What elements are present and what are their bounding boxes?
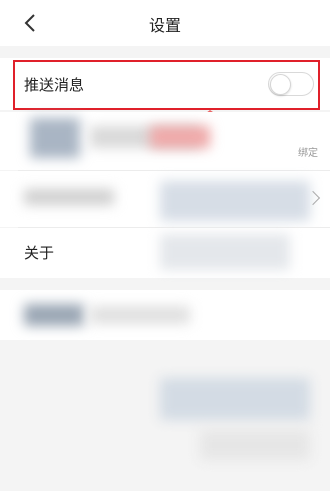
about-label: 关于 <box>24 244 55 262</box>
blurred-block <box>200 430 310 460</box>
page-title: 设置 <box>148 16 181 35</box>
blurred-value <box>160 181 310 221</box>
about-row[interactable]: 关于 <box>0 228 330 278</box>
blurred-label <box>24 189 114 205</box>
blurred-block <box>160 234 290 270</box>
blurred-text <box>90 306 190 324</box>
identity-row[interactable] <box>0 171 330 227</box>
blurred-accent <box>150 126 210 148</box>
top-bar: 设置 <box>0 0 330 46</box>
logout-row[interactable] <box>0 290 330 340</box>
account-row[interactable]: 绑定 <box>0 112 330 170</box>
bind-status-text: 绑定 <box>298 148 318 159</box>
blurred-block <box>160 378 310 420</box>
blurred-label <box>24 304 84 326</box>
highlight-box <box>13 60 320 110</box>
blurred-avatar <box>30 118 80 158</box>
